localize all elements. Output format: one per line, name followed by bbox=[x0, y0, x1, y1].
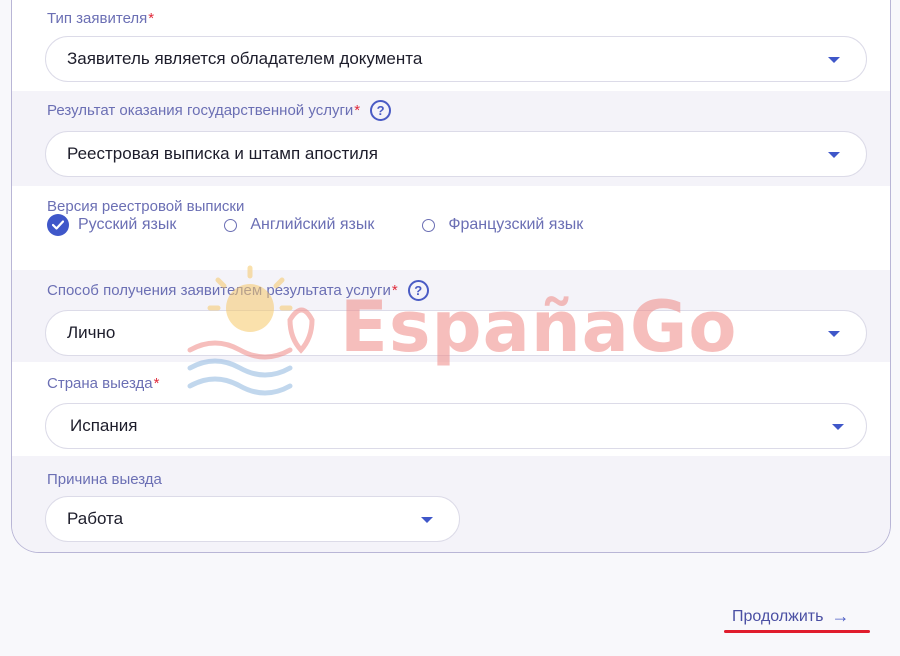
radio-label: Французский язык bbox=[448, 216, 584, 233]
arrow-right-icon: → bbox=[831, 606, 850, 626]
extract-version-radio-group: Русский язык Английский язык Французский… bbox=[47, 214, 631, 236]
chevron-down-icon bbox=[828, 152, 840, 158]
service-result-label: Результат оказания государственной услуг… bbox=[47, 100, 392, 121]
label-text: Способ получения заявителем результата у… bbox=[47, 282, 391, 299]
help-icon[interactable]: ? bbox=[370, 100, 392, 121]
radio-circle-icon bbox=[422, 218, 436, 232]
help-icon[interactable]: ? bbox=[407, 280, 429, 301]
applicant-type-select[interactable]: Заявитель является обладателем документа bbox=[45, 36, 867, 82]
radio-circle-icon bbox=[224, 218, 238, 232]
radio-french[interactable]: Французский язык bbox=[422, 216, 583, 234]
required-mark: * bbox=[391, 282, 398, 299]
receipt-method-label: Способ получения заявителем результата у… bbox=[47, 280, 429, 301]
destination-country-select[interactable]: Испания bbox=[45, 403, 867, 449]
select-value: Лично bbox=[67, 323, 116, 342]
form-card: Тип заявителя * Заявитель является облада… bbox=[11, 0, 891, 553]
radio-russian[interactable]: Русский язык bbox=[47, 214, 176, 236]
destination-country-label: Страна выезда * bbox=[47, 375, 159, 392]
highlight-underline bbox=[724, 630, 870, 633]
check-icon bbox=[47, 214, 69, 236]
continue-label: Продолжить bbox=[732, 607, 824, 625]
departure-reason-label: Причина выезда bbox=[47, 471, 162, 488]
applicant-type-label: Тип заявителя * bbox=[47, 10, 154, 27]
select-value: Реестровая выписка и штамп апостиля bbox=[67, 144, 378, 163]
select-value: Работа bbox=[67, 509, 124, 528]
radio-label: Английский язык bbox=[250, 216, 375, 233]
label-text: Причина выезда bbox=[47, 471, 162, 488]
label-text: Страна выезда bbox=[47, 375, 153, 392]
radio-english[interactable]: Английский язык bbox=[224, 216, 374, 234]
continue-button[interactable]: Продолжить → bbox=[732, 606, 849, 627]
required-mark: * bbox=[148, 10, 155, 27]
chevron-down-icon bbox=[828, 331, 840, 337]
chevron-down-icon bbox=[828, 57, 840, 63]
receipt-method-select[interactable]: Лично bbox=[45, 310, 867, 356]
departure-reason-select[interactable]: Работа bbox=[45, 496, 460, 542]
label-text: Тип заявителя bbox=[47, 10, 148, 27]
label-text: Результат оказания государственной услуг… bbox=[47, 102, 354, 119]
chevron-down-icon bbox=[421, 517, 433, 523]
extract-version-label: Версия реестровой выписки bbox=[47, 198, 244, 215]
required-mark: * bbox=[354, 102, 361, 119]
select-value: Заявитель является обладателем документа bbox=[67, 49, 423, 68]
radio-label: Русский язык bbox=[78, 216, 177, 233]
chevron-down-icon bbox=[832, 424, 844, 430]
select-value: Испания bbox=[70, 416, 138, 435]
label-text: Версия реестровой выписки bbox=[47, 198, 245, 215]
service-result-select[interactable]: Реестровая выписка и штамп апостиля bbox=[45, 131, 867, 177]
required-mark: * bbox=[153, 375, 160, 392]
